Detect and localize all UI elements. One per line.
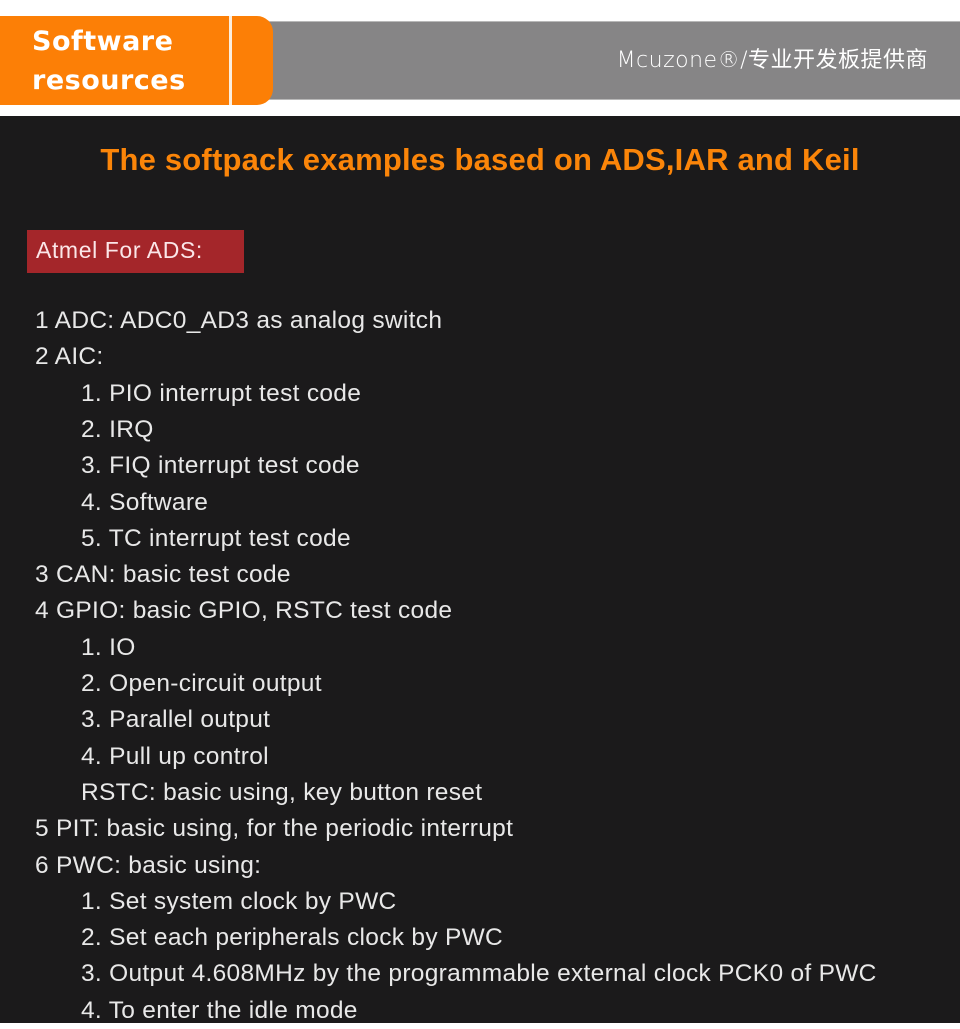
platform-label-text: Atmel For ADS:: [36, 237, 203, 263]
list-subitem: RSTC: basic using, key button reset: [81, 778, 483, 806]
list-item: 2 AIC:: [35, 343, 104, 371]
list-subitem: 4. To enter the idle mode: [81, 996, 358, 1024]
content-panel: The softpack examples based on ADS,IAR a…: [0, 116, 960, 1024]
list-subitem: 3. Parallel output: [81, 706, 271, 734]
list-item: 4 GPIO: basic GPIO, RSTC test code: [35, 597, 453, 625]
list-subitem: 2. Set each peripherals clock by PWC: [81, 924, 504, 952]
list-subitem: 1. PIO interrupt test code: [81, 379, 362, 407]
list-item: 6 PWC: basic using:: [35, 851, 262, 879]
list-subitem: 3. FIQ interrupt test code: [81, 452, 360, 480]
list-subitem: 1. IO: [81, 633, 136, 661]
list-subitem: 4. Pull up control: [81, 742, 269, 770]
list-subitem: 4. Software: [81, 488, 209, 516]
section-title: Software resources: [32, 22, 222, 100]
list-item: 5 PIT: basic using, for the periodic int…: [35, 815, 514, 843]
page-headline: The softpack examples based on ADS,IAR a…: [100, 142, 860, 177]
section-title-line-1: Software: [32, 26, 174, 57]
list-subitem: 3. Output 4.608MHz by the programmable e…: [81, 960, 877, 988]
list-item: 1 ADC: ADC0_AD3 as analog switch: [35, 307, 443, 334]
tab-divider: [229, 16, 232, 105]
platform-label-badge: Atmel For ADS:: [27, 230, 244, 273]
list-subitem: 1. Set system clock by PWC: [81, 887, 397, 915]
list-subitem: 5. TC interrupt test code: [81, 524, 351, 552]
header-banner: Software resources Mcuzone®/专业开发板提供商: [0, 0, 960, 116]
brand-tagline: Mcuzone®/专业开发板提供商: [616, 48, 928, 73]
list-subitem: 2. IRQ: [81, 415, 154, 443]
list-item: 3 CAN: basic test code: [35, 561, 291, 589]
list-subitem: 2. Open-circuit output: [81, 670, 322, 697]
section-title-line-2: resources: [32, 65, 186, 96]
